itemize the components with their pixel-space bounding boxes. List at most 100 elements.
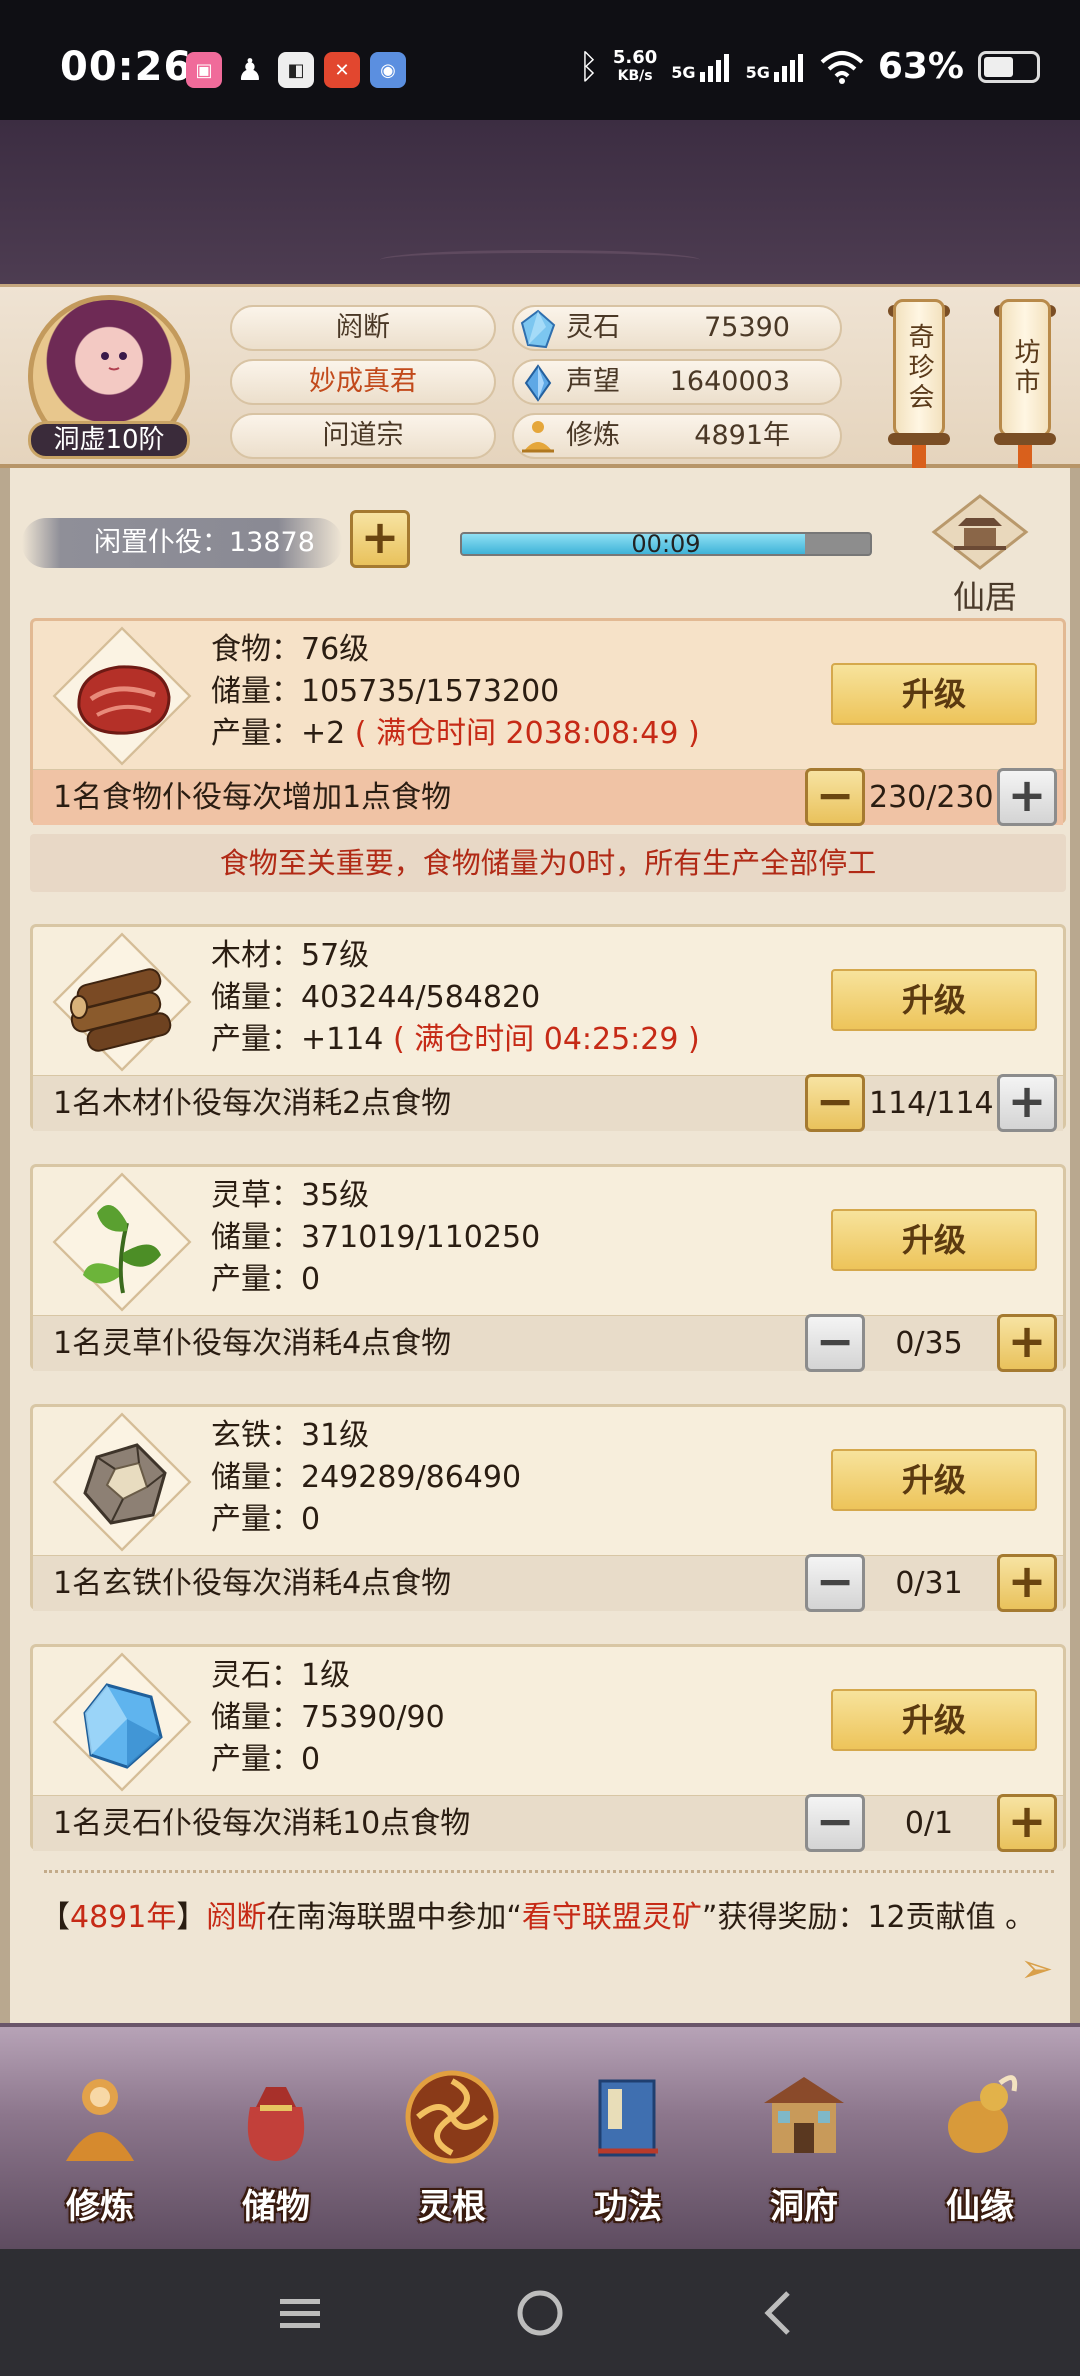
herb-level: 灵草：35级: [211, 1178, 370, 1213]
signal-icon: 5G: [671, 52, 731, 82]
herb-servant-desc: 1名灵草仆役每次消耗4点食物: [53, 1326, 452, 1361]
food-storage: 储量：105735/1573200: [211, 674, 560, 709]
battery-percent: 63%: [877, 46, 964, 87]
scripture-icon: [598, 2079, 658, 2157]
food-warning: 食物至关重要，食物储量为0时，所有生产全部停工: [30, 834, 1066, 892]
resource-reputation: 声望 1640003: [512, 359, 842, 405]
bluetooth-icon: ᛒ: [578, 46, 599, 87]
food-servant-desc: 1名食物仆役每次增加1点食物: [53, 780, 452, 815]
increase-food-servant-button[interactable]: +: [997, 768, 1057, 826]
herb-storage: 储量：371019/110250: [211, 1220, 541, 1255]
herb-icon: [83, 1205, 161, 1294]
idle-servants: 闲置仆役：13878: [22, 518, 342, 568]
resource-spirit-stone: 灵石 75390: [512, 305, 842, 351]
app-icon: ◧: [278, 52, 314, 88]
cave-dwelling-icon: [764, 2077, 844, 2153]
herb-servant-count: 0/35: [895, 1326, 963, 1361]
storage-bag-icon: [247, 2087, 305, 2161]
nav-cave-dwelling[interactable]: 洞府: [740, 2067, 868, 2227]
upgrade-iron-button[interactable]: 升级: [831, 1449, 1037, 1511]
increase-herb-servant-button[interactable]: +: [997, 1314, 1057, 1372]
market-button[interactable]: 坊市: [999, 299, 1051, 437]
spirit-stone-output: 产量：0: [211, 1742, 321, 1777]
resource-card-spirit-stone: 灵石：1级 储量：75390/90 产量：0 升级 1名灵石仆役每次消耗10点食…: [30, 1644, 1066, 1852]
log-expand-arrow-icon[interactable]: ➢: [1020, 1946, 1054, 1992]
upgrade-food-button[interactable]: 升级: [831, 663, 1037, 725]
scroll-cap: [888, 433, 950, 445]
resource-card-iron: 玄铁：31级 储量：249289/86490 产量：0 升级 1名玄铁仆役每次消…: [30, 1404, 1066, 1612]
increase-iron-servant-button[interactable]: +: [997, 1554, 1057, 1612]
nav-cultivate[interactable]: 修炼: [36, 2067, 164, 2227]
qq-icon: ♟: [236, 52, 264, 88]
increase-spirit-stone-servant-button[interactable]: +: [997, 1794, 1057, 1852]
upgrade-spirit-stone-button[interactable]: 升级: [831, 1689, 1037, 1751]
wood-level: 木材：57级: [211, 938, 370, 973]
ornament: [380, 250, 700, 270]
nav-storage[interactable]: 储物: [212, 2067, 340, 2227]
food-output: 产量：+2 ( 满仓时间 2038:08:49 ): [211, 716, 700, 751]
event-log: 【4891年】阏断在南海联盟中参加“看守联盟灵矿”获得奖励：12贡献值 。: [40, 1900, 1036, 1935]
scroll-cap: [994, 433, 1056, 445]
resource-card-food: 食物：76级 储量：105735/1573200 产量：+2 ( 满仓时间 20…: [30, 618, 1066, 826]
nav-spirit-root[interactable]: 灵根: [388, 2067, 516, 2227]
home-icon[interactable]: [508, 2281, 572, 2345]
residence-icon[interactable]: [930, 492, 1030, 570]
decrease-herb-servant-button[interactable]: −: [805, 1314, 865, 1372]
crystal-icon: [83, 1683, 163, 1769]
player-sect[interactable]: 问道宗: [230, 413, 496, 459]
net-speed: 5.60 KB/s: [612, 46, 658, 84]
resource-card-herb: 灵草：35级 储量：371019/110250 产量：0 升级 1名灵草仆役每次…: [30, 1164, 1066, 1372]
resource-card-wood: 木材：57级 储量：403244/584820 产量：+114 ( 满仓时间 0…: [30, 924, 1066, 1132]
menu-icon[interactable]: [268, 2281, 332, 2345]
back-icon[interactable]: [748, 2281, 812, 2345]
system-nav-bar: [0, 2249, 1080, 2376]
avatar-face: [101, 352, 127, 371]
decrease-iron-servant-button[interactable]: −: [805, 1554, 865, 1612]
decrease-food-servant-button[interactable]: −: [805, 768, 865, 826]
player-name: 阏断: [230, 305, 496, 351]
food-level: 食物：76级: [211, 632, 370, 667]
signal-icon: 5G: [746, 52, 806, 82]
resource-cultivation: 修炼 4891年: [512, 413, 842, 459]
upgrade-wood-button[interactable]: 升级: [831, 969, 1037, 1031]
spirit-root-icon: [405, 2070, 499, 2164]
game-nav-bar: 修炼 储物 灵根 功法 洞府 仙缘: [0, 2023, 1080, 2249]
iron-output: 产量：0: [211, 1502, 321, 1537]
spirit-stone-servant-count: 0/1: [904, 1806, 954, 1841]
iron-level: 玄铁：31级: [211, 1418, 370, 1453]
wood-icon: [70, 968, 172, 1052]
wood-servant-desc: 1名木材仆役每次消耗2点食物: [53, 1086, 452, 1121]
increase-wood-servant-button[interactable]: +: [997, 1074, 1057, 1132]
food-servant-count: 230/230: [869, 780, 994, 815]
app-icon: ✕: [324, 52, 360, 88]
ore-icon: [83, 1443, 167, 1525]
reputation-icon: [524, 364, 552, 402]
add-servant-button[interactable]: +: [350, 510, 410, 568]
decrease-spirit-stone-servant-button[interactable]: −: [805, 1794, 865, 1852]
decrease-wood-servant-button[interactable]: −: [805, 1074, 865, 1132]
fortune-icon: [948, 2075, 1018, 2153]
status-bar: 00:26 ▣ ♟ ◧ ✕ ◉ ᛒ 5.60 KB/s 5G 5G 63%: [0, 0, 1080, 120]
wood-servant-count: 114/114: [869, 1086, 994, 1121]
wood-storage: 储量：403244/584820: [211, 980, 541, 1015]
cultivate-icon: [66, 2079, 134, 2161]
nav-scripture[interactable]: 功法: [564, 2067, 692, 2227]
divider: [44, 1870, 1054, 1882]
meditation-icon: [522, 421, 554, 453]
wifi-icon: [820, 50, 864, 84]
upgrade-herb-button[interactable]: 升级: [831, 1209, 1037, 1271]
wood-output: 产量：+114 ( 满仓时间 04:25:29 ): [211, 1022, 700, 1057]
player-title: 妙成真君: [230, 359, 496, 405]
iron-storage: 储量：249289/86490: [211, 1460, 522, 1495]
production-timer: 00:09: [460, 532, 872, 556]
meat-icon: [77, 665, 171, 735]
spirit-stone-level: 灵石：1级: [211, 1658, 351, 1693]
player-header: 洞虚10阶 阏断 妙成真君 问道宗 灵石 75390 声望 1640003 修炼…: [0, 284, 1080, 475]
app-icon: ◉: [370, 52, 406, 88]
nav-fortune[interactable]: 仙缘: [916, 2067, 1044, 2227]
treasure-shop-button[interactable]: 奇珍会: [893, 299, 945, 437]
spirit-stone-servant-desc: 1名灵石仆役每次消耗10点食物: [53, 1806, 471, 1841]
residence-label[interactable]: 仙居: [910, 572, 1060, 616]
main-panel: 闲置仆役：13878 + 00:09 仙居 食物：76级 储量：105735/1…: [0, 468, 1080, 2023]
herb-output: 产量：0: [211, 1262, 321, 1297]
